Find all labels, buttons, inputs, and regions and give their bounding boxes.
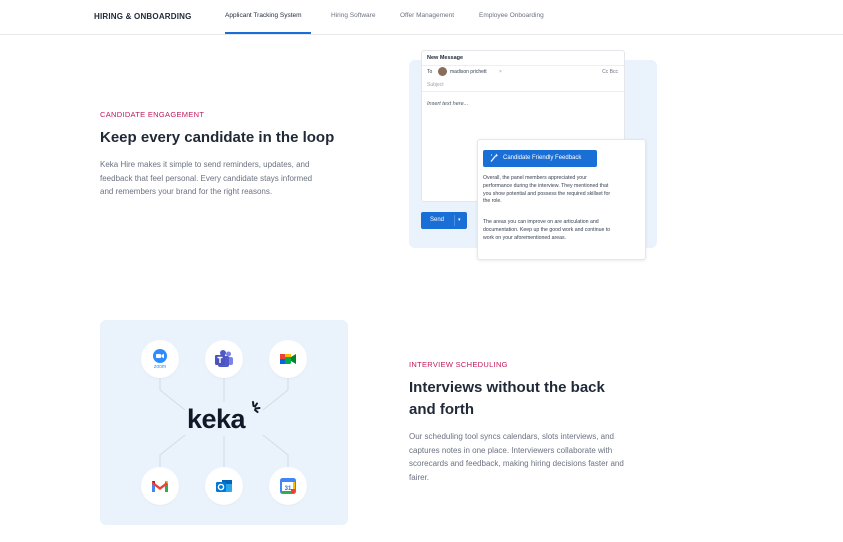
nav-brand[interactable]: HIRING & ONBOARDING [94,12,192,21]
tab-offer-management[interactable]: Offer Management [400,12,454,19]
active-tab-indicator [225,32,311,34]
zoom-label: zoom [153,364,167,370]
divider [422,65,624,66]
chevron-down-icon[interactable]: ▾ [458,217,461,223]
feedback-suggestion-card: Candidate Friendly Feedback Overall, the… [477,139,646,260]
outlook-icon [216,480,232,492]
top-nav: HIRING & ONBOARDING Applicant Tracking S… [0,0,843,35]
recipient-chip[interactable]: madison prichett [450,69,487,75]
gmail-integration[interactable] [141,467,179,505]
keka-spark-icon [252,401,261,413]
keka-logo: keka [187,404,246,434]
scheduling-description: Our scheduling tool syncs calendars, slo… [409,432,624,482]
gmail-icon [152,481,168,492]
tab-employee-onboarding[interactable]: Employee Onboarding [479,12,544,19]
engagement-eyebrow: CANDIDATE ENGAGEMENT [100,110,205,119]
candidate-feedback-button[interactable]: Candidate Friendly Feedback [483,150,597,167]
google-calendar-icon: 31 [280,478,296,494]
send-button[interactable]: Send ▾ [421,212,467,229]
teams-icon [215,350,233,367]
engagement-heading: Keep every candidate in the loop [100,129,335,146]
engagement-description: Keka Hire makes it simple to send remind… [100,160,313,196]
google-calendar-integration[interactable]: 31 [269,467,307,505]
outlook-integration[interactable] [205,467,243,505]
zoom-integration[interactable]: zoom [141,340,179,378]
google-meet-integration[interactable] [269,340,307,378]
subject-input[interactable]: Subject [427,82,444,88]
to-label: To [427,69,433,75]
remove-recipient-icon[interactable]: × [499,69,502,75]
tab-hiring-software[interactable]: Hiring Software [331,12,375,19]
email-body-input[interactable]: Insert text here... [427,101,468,107]
scheduling-eyebrow: INTERVIEW SCHEDULING [409,360,508,369]
tab-applicant-tracking-system[interactable]: Applicant Tracking System [225,12,302,19]
feedback-paragraph-2: The areas you can improve on are articul… [483,219,611,241]
feedback-paragraph-1: Overall, the panel members appreciated y… [483,175,611,205]
avatar [438,67,447,76]
magic-wand-icon [490,153,499,162]
teams-integration[interactable] [205,340,243,378]
email-title: New Message [427,55,464,61]
calendar-day-label: 31 [285,486,292,492]
divider [454,215,455,226]
send-label: Send [430,217,445,223]
zoom-icon [153,349,167,363]
scheduling-heading: Interviews without the back and forth [409,379,605,418]
cc-bcc-toggle[interactable]: Cc Bcc [602,69,618,75]
candidate-feedback-label: Candidate Friendly Feedback [503,155,582,161]
divider [422,91,624,92]
google-meet-icon [280,354,296,364]
